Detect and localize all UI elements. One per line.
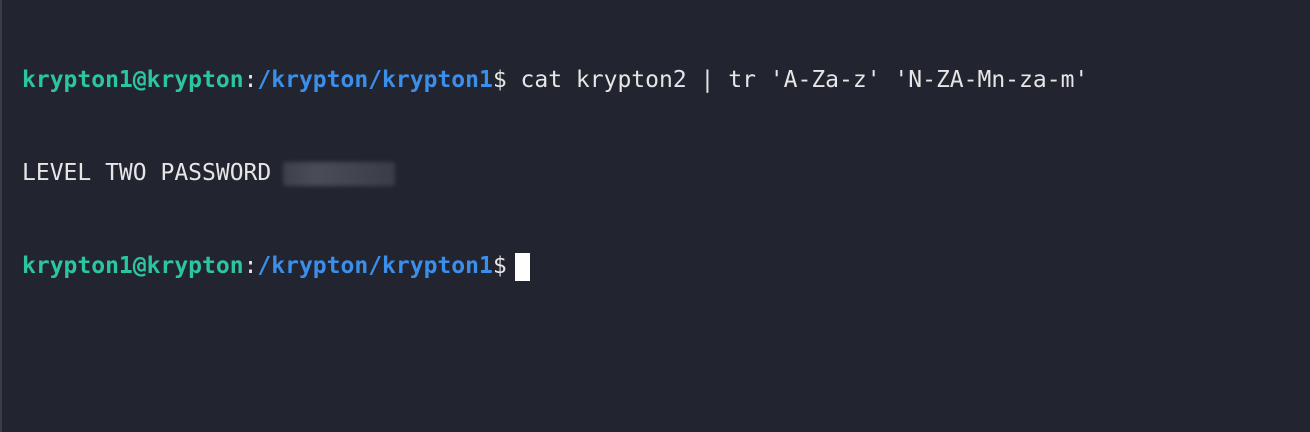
prompt-colon: : (243, 253, 258, 279)
command-text: cat krypton2 | tr 'A-Za-z' 'N-ZA-Mn-za-m… (506, 67, 1089, 93)
prompt-user-host: krypton1@krypton (22, 67, 244, 93)
prompt-dollar: $ (492, 67, 507, 93)
prompt-dollar: $ (492, 253, 507, 279)
redacted-password (283, 161, 396, 186)
prompt-user-host: krypton1@krypton (22, 253, 244, 279)
prompt-path: /krypton/krypton1 (257, 67, 493, 93)
prompt-path: /krypton/krypton1 (257, 253, 493, 279)
prompt-colon: : (243, 67, 258, 93)
terminal-window[interactable]: krypton1@krypton:/krypton/krypton1 $ cat … (0, 0, 1310, 432)
terminal-line-output: LEVEL TWO PASSWORD (22, 158, 1310, 189)
command-output: LEVEL TWO PASSWORD (22, 160, 272, 186)
terminal-line-command: krypton1@krypton:/krypton/krypton1 $ cat … (22, 65, 1310, 96)
terminal-line-prompt: krypton1@krypton:/krypton/krypton1 $ (22, 251, 1310, 282)
text-cursor (514, 252, 530, 281)
